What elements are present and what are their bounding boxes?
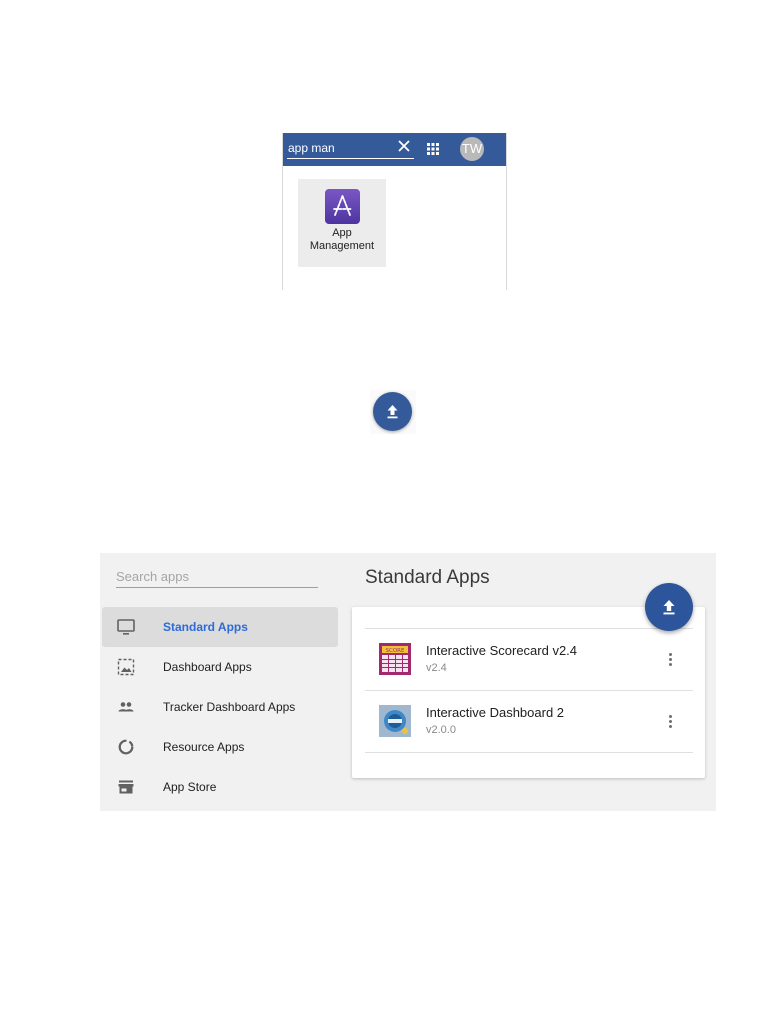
app-search-popup: app man TW App Management bbox=[282, 133, 507, 290]
sidebar-item-dashboard-apps[interactable]: Dashboard Apps bbox=[102, 647, 338, 687]
sidebar-item-label: Resource Apps bbox=[163, 740, 245, 754]
app-tile-label: App Management bbox=[309, 227, 375, 252]
sidebar-item-label: App Store bbox=[163, 780, 217, 794]
page-title: Standard Apps bbox=[365, 567, 490, 588]
upload-button-preview bbox=[370, 390, 416, 434]
list-item[interactable]: Interactive Dashboard 2 v2.0.0 bbox=[365, 691, 693, 753]
close-icon[interactable] bbox=[397, 139, 411, 153]
search-apps-input[interactable] bbox=[116, 565, 318, 587]
app-version: v2.0.0 bbox=[426, 724, 456, 736]
upload-icon bbox=[387, 405, 398, 419]
popup-header-bar: app man TW bbox=[283, 133, 506, 166]
app-search-input[interactable]: app man bbox=[287, 138, 414, 159]
monitor-icon bbox=[117, 619, 135, 635]
more-vert-icon[interactable] bbox=[659, 710, 681, 732]
people-icon bbox=[118, 702, 134, 712]
app-name: Interactive Dashboard 2 bbox=[426, 705, 565, 720]
more-vert-icon[interactable] bbox=[659, 648, 681, 670]
sidebar-item-app-store[interactable]: App Store bbox=[102, 767, 338, 807]
scorecard-icon: SCORE bbox=[379, 643, 411, 675]
avatar[interactable]: TW bbox=[460, 137, 484, 161]
apps-grid-icon[interactable] bbox=[427, 143, 439, 155]
sidebar-item-label: Standard Apps bbox=[163, 620, 248, 634]
sidebar-item-resource-apps[interactable]: Resource Apps bbox=[102, 727, 338, 767]
apps-list-card: SCORE Interactive Scorecard v2.4 v2.4 In… bbox=[352, 607, 705, 778]
app-store-icon bbox=[325, 189, 360, 224]
app-management-screen: Standard Apps Dashboard Apps Tracker Das… bbox=[100, 553, 716, 811]
app-name: Interactive Scorecard v2.4 bbox=[426, 643, 578, 658]
sidebar-item-label: Tracker Dashboard Apps bbox=[163, 700, 296, 714]
upload-app-button[interactable] bbox=[645, 583, 693, 631]
sidebar-nav: Standard Apps Dashboard Apps Tracker Das… bbox=[102, 607, 338, 807]
app-version: v2.4 bbox=[426, 662, 447, 674]
sidebar-item-label: Dashboard Apps bbox=[163, 660, 252, 674]
search-apps-field[interactable] bbox=[116, 565, 318, 588]
sidebar-item-standard-apps[interactable]: Standard Apps bbox=[102, 607, 338, 647]
svg-text:SCORE: SCORE bbox=[386, 648, 405, 654]
dashboard-thumb-icon bbox=[379, 705, 411, 737]
store-icon bbox=[118, 780, 134, 794]
sidebar-item-tracker-dashboard-apps[interactable]: Tracker Dashboard Apps bbox=[102, 687, 338, 727]
donut-icon bbox=[118, 739, 134, 755]
upload-icon bbox=[663, 600, 675, 615]
app-management-tile[interactable]: App Management bbox=[298, 179, 386, 267]
list-item[interactable]: SCORE Interactive Scorecard v2.4 v2.4 bbox=[365, 629, 693, 691]
upload-button[interactable] bbox=[373, 392, 412, 431]
dashboard-image-icon bbox=[117, 658, 135, 676]
